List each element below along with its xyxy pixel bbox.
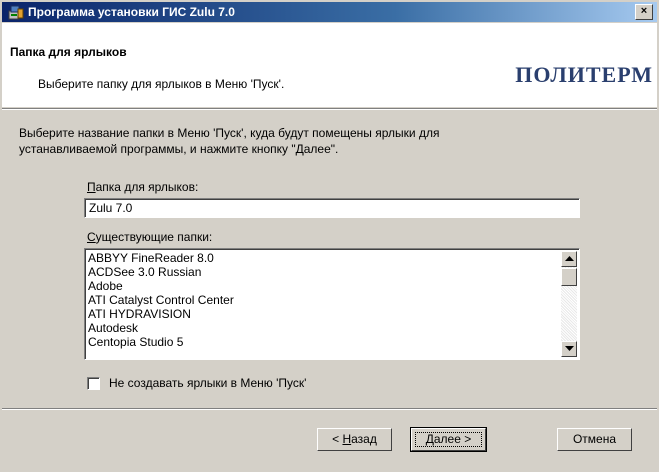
installer-icon <box>8 5 24 20</box>
close-button[interactable]: × <box>635 4 653 20</box>
no-shortcuts-checkbox[interactable] <box>87 377 100 390</box>
page-subtitle: Выберите папку для ярлыков в Меню 'Пуск'… <box>38 77 285 91</box>
folder-list-item[interactable]: Autodesk <box>88 321 234 335</box>
folder-list-item[interactable]: ABBYY FineReader 8.0 <box>88 251 234 265</box>
scroll-thumb[interactable] <box>561 268 577 286</box>
footer-divider <box>2 408 657 410</box>
folder-name-label-accel: П <box>87 180 96 194</box>
scroll-up-button[interactable] <box>561 251 577 267</box>
instructions-text: Выберите название папки в Меню 'Пуск', к… <box>19 125 639 157</box>
folder-list-item[interactable]: Adobe <box>88 279 234 293</box>
existing-folders-label-accel: С <box>87 230 96 244</box>
folder-list-item[interactable]: ATI HYDRAVISION <box>88 307 234 321</box>
back-button-text: азад <box>351 432 377 446</box>
installer-window: Программа установки ГИС Zulu 7.0 × Папка… <box>0 0 659 472</box>
scroll-down-button[interactable] <box>561 341 577 357</box>
header-divider <box>2 108 657 110</box>
wizard-header: Папка для ярлыков Выберите папку для ярл… <box>2 23 657 107</box>
instructions-line-2: устанавливаемой программы, и нажмите кно… <box>19 142 339 156</box>
folder-list-item[interactable]: Centopia Studio 5 <box>88 335 234 349</box>
folder-list-scrollbar[interactable] <box>561 251 577 357</box>
folder-list-item[interactable]: ACDSee 3.0 Russian <box>88 265 234 279</box>
back-button-accel: Н <box>342 432 352 446</box>
folder-name-input[interactable]: Zulu 7.0 <box>84 198 580 218</box>
existing-folders-label: Существующие папки: <box>87 230 212 244</box>
folder-name-label: Папка для ярлыков: <box>87 180 198 194</box>
no-shortcuts-label[interactable]: Не создавать ярлыки в Меню 'Пуск' <box>109 376 306 390</box>
folder-name-label-text: апка для ярлыков: <box>95 180 199 194</box>
folder-list-item[interactable]: ATI Catalyst Control Center <box>88 293 234 307</box>
window-title: Программа установки ГИС Zulu 7.0 <box>28 5 235 19</box>
existing-folders-label-text: уществующие папки: <box>95 230 213 244</box>
cancel-button[interactable]: Отмена <box>557 428 632 451</box>
title-bar[interactable]: Программа установки ГИС Zulu 7.0 × <box>2 2 657 22</box>
focus-rect <box>415 432 482 447</box>
back-button-prefix: < <box>332 432 343 446</box>
back-button[interactable]: < Назад <box>317 428 392 451</box>
existing-folders-list[interactable]: ABBYY FineReader 8.0 ACDSee 3.0 Russian Ad… <box>84 248 580 360</box>
arrow-up-icon <box>565 256 574 261</box>
arrow-down-icon <box>565 346 574 351</box>
politerm-logo: ПОЛИТЕРМ <box>515 62 653 87</box>
next-button[interactable]: Далее > <box>410 427 487 452</box>
page-title: Папка для ярлыков <box>10 45 127 59</box>
instructions-line-1: Выберите название папки в Меню 'Пуск', к… <box>19 126 440 140</box>
folder-list-items: ABBYY FineReader 8.0 ACDSee 3.0 Russian Ad… <box>88 251 234 349</box>
